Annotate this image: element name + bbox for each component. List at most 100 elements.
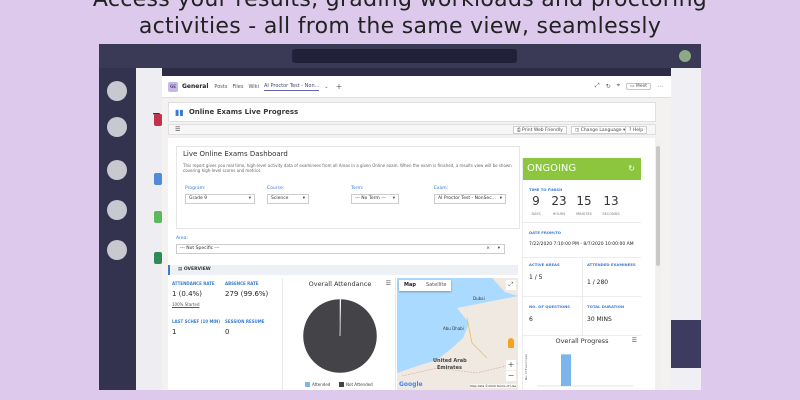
- progress-chart-plot: No. of Examinees: [524, 353, 633, 387]
- countdown-seconds: 13: [603, 194, 619, 208]
- print-button[interactable]: ⎙ Print Web Friendly: [513, 126, 567, 134]
- progress-bar-1[interactable]: [561, 354, 571, 386]
- rail-item-2[interactable]: [107, 117, 127, 137]
- language-label: Change Language: [580, 128, 622, 133]
- active-areas-value: 1 / 5: [529, 274, 543, 281]
- map-widget[interactable]: Map Satellite ⤢ + − Dubai Abu Dhabi Unit…: [397, 278, 518, 390]
- map-tab-satellite[interactable]: Satellite: [421, 280, 451, 291]
- page-title-bar: ▮▮ Online Exams Live Progress: [168, 102, 656, 122]
- teams-content: GE General Posts Files Wiki AI Proctor T…: [162, 76, 671, 390]
- channel-item-4[interactable]: [154, 252, 162, 264]
- avatar[interactable]: [679, 50, 691, 62]
- dashboard-filters: Live Online Exams Dashboard This report …: [176, 146, 520, 229]
- status-banner: ONGOING ↻: [523, 158, 641, 180]
- progress-chart: Overall Progress ☰ No. of Examinees: [523, 336, 641, 390]
- countdown-minutes-label: MINUTES: [576, 212, 592, 216]
- help-label: Help: [632, 128, 644, 133]
- program-label: Program:: [185, 186, 206, 191]
- search-bar[interactable]: [292, 49, 517, 63]
- legend-swatch-not-attended: [339, 382, 344, 387]
- refresh-icon[interactable]: ↻: [628, 158, 635, 180]
- chart-menu-icon[interactable]: ☰: [632, 337, 637, 344]
- term-label: Term:: [351, 186, 364, 191]
- map-label-abu-dhabi: Abu Dhabi: [443, 326, 464, 331]
- course-label: Course:: [267, 186, 285, 191]
- chevron-down-icon: ▾: [392, 196, 395, 201]
- clear-icon[interactable]: ×: [486, 245, 490, 253]
- bar-chart-icon: ▮▮: [175, 107, 184, 117]
- legend-not-attended-label: Not Attended: [346, 382, 373, 387]
- channel-item-3[interactable]: [154, 211, 162, 223]
- language-button[interactable]: ◫ Change Language ▾: [571, 126, 630, 134]
- status-panel: ONGOING ↻ TIME TO FINISH 9 23 15 13 DAYS…: [522, 158, 641, 390]
- map-type-tabs: Map Satellite: [399, 280, 452, 291]
- countdown-hours-label: HOURS: [552, 212, 566, 216]
- legend-attended-label: Attended: [312, 382, 331, 387]
- channel-item-2[interactable]: [154, 173, 162, 185]
- map-label-dubai: Dubai: [473, 296, 485, 301]
- meet-button[interactable]: ▭ Meet: [626, 82, 651, 90]
- area-select[interactable]: --- Not Specific --- × ▾: [176, 244, 505, 254]
- countdown-hours: 23: [551, 194, 567, 208]
- scrollbar[interactable]: [655, 138, 661, 390]
- total-duration-value: 30 MINS: [587, 316, 612, 323]
- channel-item-1[interactable]: [154, 114, 162, 126]
- tab-wiki[interactable]: Wiki: [248, 84, 259, 90]
- map-label-uae-1: United Arab: [433, 358, 467, 364]
- questions-value: 6: [529, 316, 533, 323]
- course-select[interactable]: Science ▾: [267, 194, 309, 204]
- map-tab-map[interactable]: Map: [399, 280, 421, 291]
- term-select[interactable]: --- No Term --- ▾: [351, 194, 399, 204]
- countdown-days: 9: [532, 194, 540, 208]
- reload-icon[interactable]: ↻: [606, 83, 611, 90]
- zoom-in-button[interactable]: +: [506, 360, 516, 370]
- session-resume-label: SESSION RESUME: [225, 319, 265, 324]
- chevron-down-icon: ▾: [302, 196, 305, 201]
- scrollbar-thumb[interactable]: [656, 146, 660, 266]
- tab-files[interactable]: Files: [232, 84, 243, 90]
- started-link[interactable]: 100% Started: [172, 302, 199, 307]
- app-rail: [99, 68, 136, 390]
- print-label: Print Web Friendly: [522, 128, 563, 133]
- chevron-down-icon[interactable]: ⌄: [324, 84, 328, 90]
- tab-posts[interactable]: Posts: [214, 84, 227, 90]
- legend-not-attended[interactable]: Not Attended: [339, 382, 373, 387]
- dashboard-title: Live Online Exams Dashboard: [183, 150, 288, 158]
- status-text: ONGOING: [527, 163, 577, 174]
- hamburger-icon[interactable]: ☰: [175, 126, 180, 133]
- page-title: Online Exams Live Progress: [188, 108, 299, 116]
- exam-select[interactable]: AI Proctor Test - NonSec... ▾: [434, 194, 506, 204]
- toolbar: ☰ ⎙ Print Web Friendly ◫ Change Language…: [168, 124, 656, 135]
- divider: [523, 296, 641, 297]
- rail-item-1[interactable]: [107, 81, 127, 101]
- pie-slice-not-attended[interactable]: [302, 298, 378, 374]
- time-to-finish-label: TIME TO FINISH: [529, 187, 563, 192]
- program-select[interactable]: Grade 9 ▾: [185, 194, 255, 204]
- help-button[interactable]: ? Help: [625, 126, 648, 134]
- fullscreen-icon[interactable]: ⤢: [506, 280, 516, 290]
- chevron-down-icon: ▾: [248, 196, 251, 201]
- attended-examinees-label: ATTENDED EXAMINEES: [587, 262, 636, 267]
- expand-icon[interactable]: ⤢: [595, 82, 600, 90]
- rail-item-4[interactable]: [107, 200, 127, 220]
- zoom-out-button[interactable]: −: [506, 371, 516, 381]
- program-value: Grade 9: [189, 196, 208, 201]
- rail-item-5[interactable]: [107, 240, 127, 260]
- title-bar: [99, 44, 701, 68]
- attendance-rate-label: ATTENDANCE RATE: [172, 281, 215, 286]
- teams-window: Te GE General Posts Files Wiki AI Procto…: [99, 44, 701, 390]
- legend-attended[interactable]: Attended: [305, 382, 330, 387]
- street-view-icon[interactable]: [508, 338, 514, 348]
- more-icon[interactable]: ⋯: [657, 83, 663, 90]
- exam-value: AI Proctor Test - NonSec...: [438, 196, 496, 201]
- area-label: Area:: [176, 236, 188, 241]
- tab-ai-proctor[interactable]: AI Proctor Test - Non...: [263, 83, 320, 91]
- legend-swatch-attended: [305, 382, 310, 387]
- countdown-days-label: DAYS: [531, 212, 541, 216]
- rail-item-3[interactable]: [107, 160, 127, 180]
- divider: [523, 222, 641, 223]
- add-tab-icon[interactable]: +: [336, 82, 343, 91]
- attendance-pie: [302, 298, 378, 374]
- globe-icon[interactable]: ⌖: [617, 82, 620, 90]
- date-label: DATE FROM/TO: [529, 230, 562, 235]
